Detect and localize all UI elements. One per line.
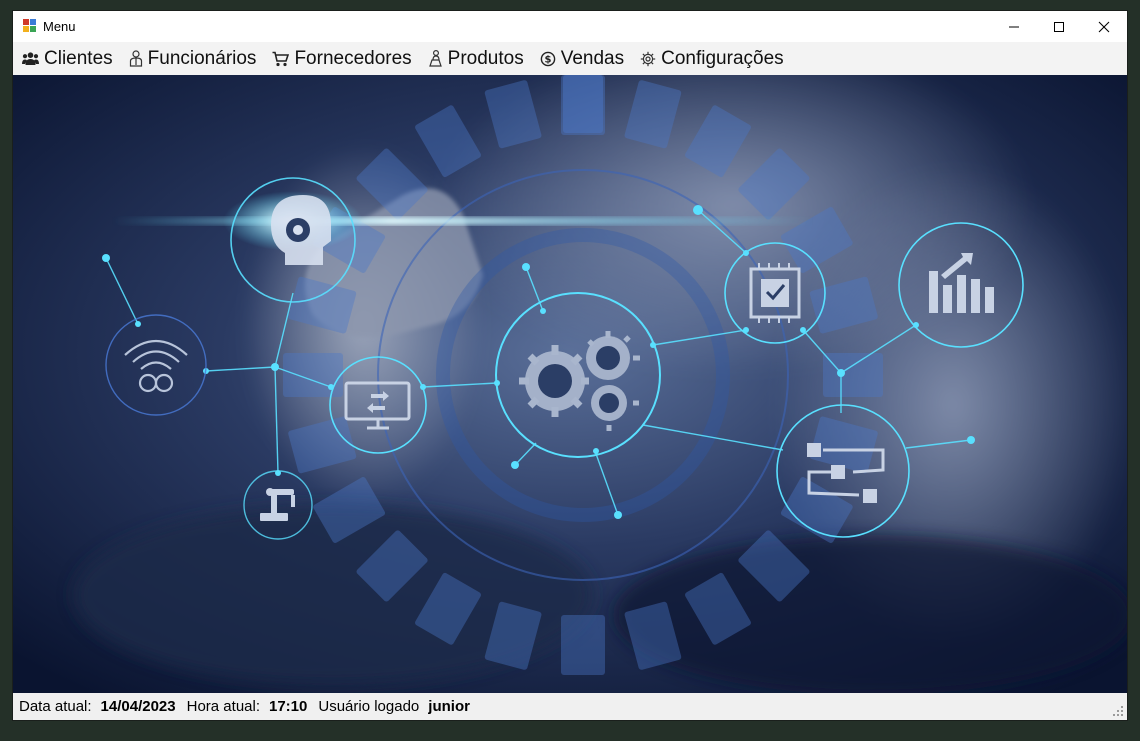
menu-fornecedores[interactable]: Fornecedores (263, 42, 418, 75)
close-button[interactable] (1081, 11, 1127, 42)
ring-segment (561, 615, 605, 675)
menu-funcionarios[interactable]: Funcionários (120, 42, 264, 75)
menu-clientes-label: Clientes (44, 47, 113, 69)
cart-icon (272, 51, 290, 66)
menu-configuracoes[interactable]: Configurações (631, 42, 791, 75)
menu-fornecedores-label: Fornecedores (294, 47, 412, 69)
employee-icon (129, 50, 142, 67)
main-window: Menu Clientes Funcionários Fornecedores … (13, 11, 1127, 720)
svg-text:$: $ (544, 54, 551, 65)
time-label: Hora atual: (186, 698, 260, 715)
menu-produtos[interactable]: Produtos (419, 42, 531, 75)
gear-icon (640, 51, 656, 66)
menu-vendas-label: Vendas (560, 47, 625, 69)
users-icon (22, 51, 39, 65)
technology-illustration (13, 75, 1127, 693)
close-icon (1098, 21, 1110, 32)
minimize-icon (1009, 26, 1019, 27)
dollar-coin-icon: $ (540, 51, 556, 66)
title-bar[interactable]: Menu (13, 11, 1127, 42)
resize-grip-icon[interactable] (1113, 706, 1124, 717)
status-bar: Data atual: 14/04/2023 Hora atual: 17:10… (13, 693, 1127, 720)
maximize-button[interactable] (1036, 11, 1082, 42)
date-value: 14/04/2023 (100, 698, 176, 715)
time-value: 17:10 (269, 698, 308, 715)
app-icon (23, 19, 36, 32)
menu-vendas[interactable]: $ Vendas (531, 42, 631, 75)
user-label: Usuário logado (318, 698, 420, 715)
background-image (13, 75, 1127, 693)
ring-segment (823, 353, 883, 397)
date-label: Data atual: (19, 698, 92, 715)
user-value: junior (428, 698, 470, 715)
ring-segment (283, 353, 343, 397)
ring-segment (561, 75, 605, 135)
maximize-icon (1054, 21, 1064, 32)
minimize-button[interactable] (991, 11, 1037, 42)
menu-configuracoes-label: Configurações (661, 47, 784, 69)
menu-produtos-label: Produtos (447, 47, 524, 69)
menu-clientes[interactable]: Clientes (13, 42, 120, 75)
product-icon (428, 50, 442, 67)
menu-bar: Clientes Funcionários Fornecedores Produ… (13, 42, 1127, 75)
window-title: Menu (43, 19, 76, 34)
menu-funcionarios-label: Funcionários (147, 47, 257, 69)
